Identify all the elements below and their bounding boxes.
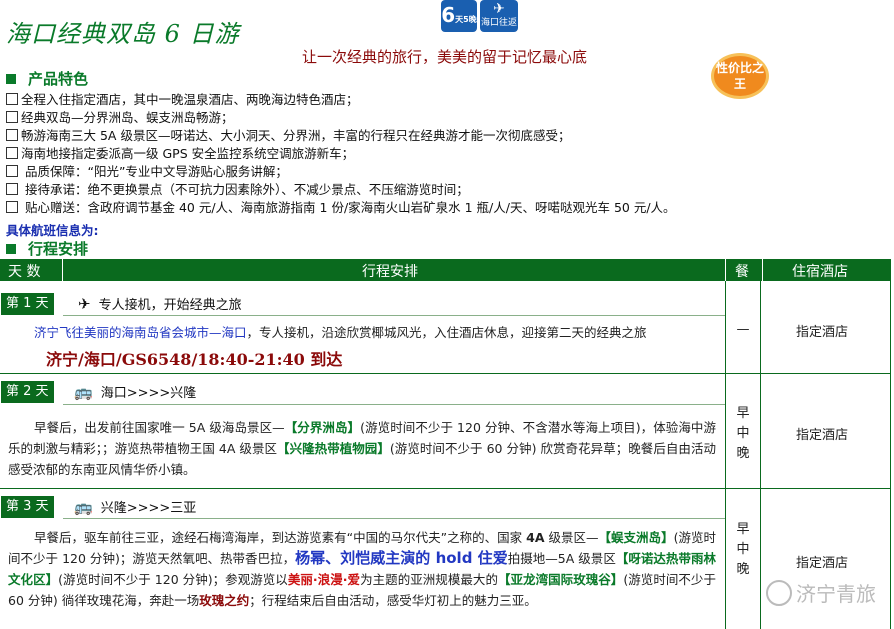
- day-header-underline: [63, 404, 725, 405]
- header-days: 天 数: [8, 264, 41, 280]
- day-1-desc-text: ，专人接机，沿途欣赏椰城风光，入住酒店休息，迎接第二天的经典之旅: [246, 325, 647, 340]
- itinerary-heading-text: 行程安排: [28, 240, 89, 258]
- day-3-theme: 美丽·浪漫·爱: [287, 572, 361, 587]
- feature-text: 经典双岛—分界洲岛、蜈支洲岛畅游；: [21, 110, 234, 125]
- day-header-underline: [63, 518, 725, 519]
- day-1-heading-text: 专人接机，开始经典之旅: [98, 298, 242, 313]
- days-badge: 6天5晚: [441, 0, 477, 32]
- day-1-meal: —: [736, 322, 750, 337]
- header-divider: [725, 259, 726, 281]
- day-3-description: 早餐后，驱车前往三亚，途经石梅湾海岸，到达游览素有“中国的马尔代夫”之称的、国家…: [8, 527, 716, 611]
- day-1-heading: ✈ 专人接机，开始经典之旅: [78, 294, 242, 314]
- day-1-flight-route: 济宁/海口/GS6548/18:40-21:40 到达: [46, 350, 343, 369]
- feature-text: 接待承诺：绝不更换景点（不可抗力因素除外）、不减少景点、不压缩游览时间；: [21, 182, 469, 197]
- haikou-roundtrip-label: 海口往返: [480, 18, 517, 28]
- day-3-hotel: 指定酒店: [796, 556, 849, 571]
- day-3-heading: 🚌 兴隆>>>>三亚: [74, 497, 197, 517]
- checkbox-icon: [6, 111, 18, 123]
- feature-item: 贴心赠送：含政府调节基金 40 元/人、海南旅游指南 1 份/家海南火山岩矿泉水…: [6, 199, 806, 217]
- watermark-text: 济宁青旅: [796, 582, 876, 606]
- day-3-spot: 【亚龙湾国际玫瑰谷】: [497, 572, 624, 587]
- feature-item: 海南地接指定委派高一级 GPS 安全监控系统空调旅游新车；: [6, 145, 806, 163]
- bus-icon: 🚌: [74, 497, 93, 516]
- day-1-description: 济宁飞往美丽的海南岛省会城市—海口，专人接机，沿途欣赏椰城风光，入住酒店休息，迎…: [34, 322, 714, 343]
- days-badge-sub: 天5晚: [455, 15, 477, 24]
- slogan: 让一次经典的旅行，美美的留于记忆最心底: [302, 48, 588, 66]
- day-2-meal: 早中晚: [736, 406, 750, 461]
- plane-loop-icon: ✈: [493, 1, 505, 17]
- checkbox-icon: [6, 129, 18, 141]
- day-3-desc-text: 为主题的亚洲规模最大的: [360, 572, 498, 587]
- checkbox-icon: [6, 183, 18, 195]
- haikou-roundtrip-badge: ✈ 海口往返: [480, 0, 518, 32]
- day-1-label: 第 1 天: [1, 293, 54, 315]
- hotel-column-line: [760, 281, 761, 629]
- day-2-hotel: 指定酒店: [796, 428, 849, 443]
- square-bullet-icon: [6, 243, 16, 254]
- bus-icon: 🚌: [74, 382, 93, 401]
- day-3-desc-text: 级景区—: [544, 530, 599, 545]
- feature-item: 品质保障：“阳光”专业中文导游贴心服务讲解；: [6, 163, 806, 181]
- row-divider: [0, 373, 891, 374]
- row-divider: [0, 488, 891, 489]
- day-3-theme: 玫瑰之约: [199, 593, 250, 608]
- right-border-line: [890, 281, 891, 629]
- feature-item: 经典双岛—分界洲岛、蜈支洲岛畅游；: [6, 109, 806, 127]
- day-1-desc-highlight: 济宁飞往美丽的海南岛省会城市—海口: [34, 325, 247, 340]
- feature-item: 接待承诺：绝不更换景点（不可抗力因素除外）、不减少景点、不压缩游览时间；: [6, 181, 806, 199]
- day-2-spot: 【分界洲岛】: [284, 420, 361, 435]
- day-3-desc-text: ；行程结束后自由活动，感受华灯初上的魅力三亚。: [249, 593, 537, 608]
- page-title: 海口经典双岛 6 日游: [6, 20, 240, 48]
- features-heading-text: 产品特色: [28, 70, 89, 88]
- checkbox-icon: [6, 165, 18, 177]
- feature-text: 品质保障：“阳光”专业中文导游贴心服务讲解；: [21, 164, 288, 179]
- meal-column-line: [725, 281, 726, 629]
- features-heading: 产品特色: [6, 68, 88, 89]
- day-3-desc-text: 拍摄地—5A 级景区: [507, 551, 616, 566]
- header-hotel: 住宿酒店: [792, 264, 848, 280]
- header-meal: 餐: [735, 264, 749, 280]
- day-3-highlight: 杨幂、刘恺威主演的 hold 住爱: [295, 549, 508, 567]
- day-1-hotel: 指定酒店: [796, 325, 849, 340]
- day-3-label: 第 3 天: [1, 496, 54, 518]
- day-3-desc-text: 早餐后，驱车前往三亚，途经石梅湾海岸，到达游览素有“中国的马尔代夫”之称的、国家: [34, 530, 527, 545]
- header-schedule: 行程安排: [362, 264, 418, 280]
- itinerary-table-header: 天 数 行程安排 餐 住宿酒店: [0, 259, 891, 281]
- wechat-icon: [766, 579, 792, 606]
- feature-text: 海南地接指定委派高一级 GPS 安全监控系统空调旅游新车；: [21, 146, 355, 161]
- feature-item: 畅游海南三大 5A 级景区—呀诺达、大小洞天、分界洲，丰富的行程只在经典游才能一…: [6, 127, 806, 145]
- square-bullet-icon: [6, 73, 16, 84]
- day-3-heading-text: 兴隆>>>>三亚: [100, 501, 197, 516]
- day-2-heading: 🚌 海口>>>>兴隆: [74, 382, 197, 402]
- checkbox-icon: [6, 201, 18, 213]
- itinerary-heading: 行程安排: [6, 238, 88, 259]
- day-2-desc-text: 早餐后，出发前往国家唯一 5A 级海岛景区—: [34, 420, 285, 435]
- header-divider: [762, 259, 763, 281]
- day-3-spot: 【蜈支洲岛】: [598, 530, 674, 545]
- checkbox-icon: [6, 147, 18, 159]
- feature-text: 畅游海南三大 5A 级景区—呀诺达、大小洞天、分界洲，丰富的行程只在经典游才能一…: [21, 128, 571, 143]
- features-list: 全程入住指定酒店，其中一晚温泉酒店、两晚海边特色酒店； 经典双岛—分界洲岛、蜈支…: [6, 91, 806, 217]
- day-3-meal: 早中晚: [736, 522, 750, 577]
- day-header-underline: [63, 315, 725, 316]
- day-2-heading-text: 海口>>>>兴隆: [100, 386, 197, 401]
- day-2-description: 早餐后，出发前往国家唯一 5A 级海岛景区—【分界洲岛】(游览时间不少于 120…: [8, 417, 716, 480]
- day-3-desc-text: (游览时间不少于 120 分钟)；参观游览以: [58, 572, 288, 587]
- feature-text: 全程入住指定酒店，其中一晚温泉酒店、两晚海边特色酒店；: [21, 92, 359, 107]
- checkbox-icon: [6, 93, 18, 105]
- feature-item: 全程入住指定酒店，其中一晚温泉酒店、两晚海边特色酒店；: [6, 91, 806, 109]
- days-badge-number: 6: [441, 3, 456, 27]
- flight-info-label: 具体航班信息为:: [6, 223, 99, 238]
- feature-text: 贴心赠送：含政府调节基金 40 元/人、海南旅游指南 1 份/家海南火山岩矿泉水…: [21, 200, 676, 215]
- day-2-label: 第 2 天: [1, 381, 54, 403]
- day-3-grade: 4A: [526, 530, 545, 545]
- watermark: 济宁青旅: [766, 578, 876, 607]
- day-2-spot: 【兴隆热带植物园】: [277, 441, 390, 456]
- airplane-icon: ✈: [78, 294, 91, 313]
- header-divider: [62, 259, 63, 281]
